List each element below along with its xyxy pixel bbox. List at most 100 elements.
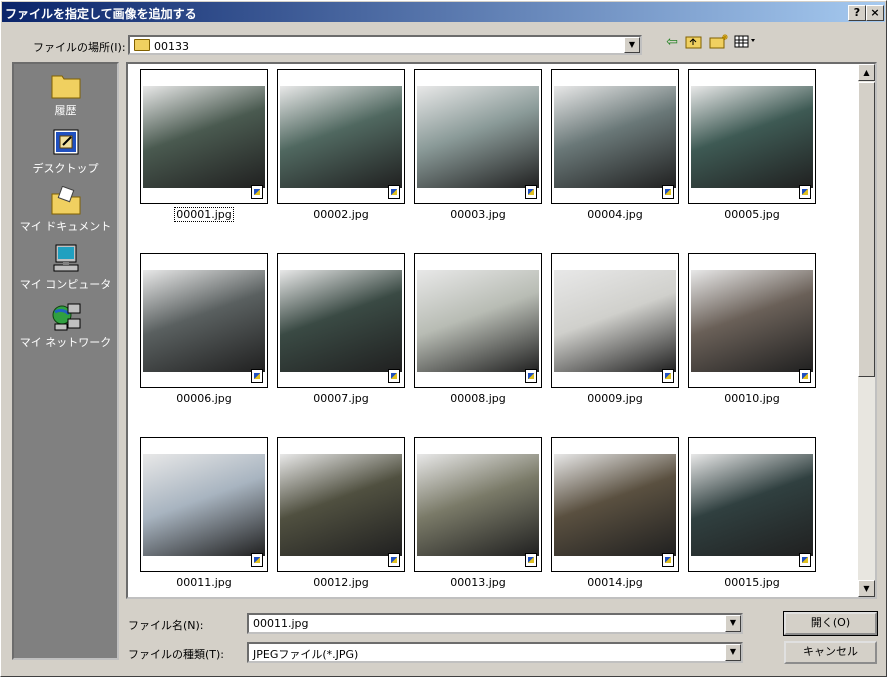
cancel-button[interactable]: キャンセル [784,641,877,664]
folder-icon [134,39,150,51]
file-name: 00013.jpg [414,576,542,589]
thumbnail-frame [551,69,679,204]
place-my-documents[interactable]: マイ ドキュメント [14,185,117,234]
jpeg-file-icon [388,369,400,383]
jpeg-file-icon [799,185,811,199]
file-name-text: 00002.jpg [313,208,369,221]
place-my-network[interactable]: マイ ネットワーク [14,302,117,350]
folder-up-icon[interactable] [685,33,703,51]
place-label: デスクトップ [32,162,99,175]
thumbnail-image [143,86,265,188]
thumbnail-image [417,454,539,556]
help-button[interactable]: ? [848,5,866,21]
thumbnail-image [280,86,402,188]
file-thumbnail[interactable]: 00002.jpg [277,69,413,225]
file-name-text: 00010.jpg [724,392,780,405]
file-name: 00010.jpg [688,392,816,405]
file-name: 00003.jpg [414,208,542,221]
jpeg-file-icon [251,553,263,567]
view-menu-icon[interactable] [734,33,758,51]
file-name: 00011.jpg [140,576,268,589]
file-name-text: 00013.jpg [450,576,506,589]
filetype-select[interactable]: JPEGファイル(*.JPG) ▼ [247,642,743,663]
vertical-scrollbar[interactable]: ▲ ▼ [858,64,875,597]
place-history[interactable]: 履歴 [14,70,117,118]
filetype-label: ファイルの種類(T): [128,648,225,661]
place-my-computer[interactable]: マイ コンピュータ [14,244,117,292]
chevron-down-icon[interactable]: ▼ [725,615,741,632]
scroll-thumb[interactable] [858,82,875,377]
file-thumbnail[interactable]: 00013.jpg [414,437,550,593]
jpeg-file-icon [525,369,537,383]
file-thumbnail[interactable]: 00005.jpg [688,69,824,225]
place-desktop[interactable]: デスクトップ [14,128,117,176]
file-thumbnail[interactable]: 00011.jpg [140,437,276,593]
filename-value: 00011.jpg [253,617,309,630]
file-thumbnail[interactable]: 00014.jpg [551,437,687,593]
scroll-down-button[interactable]: ▼ [858,580,875,597]
filename-input[interactable]: 00011.jpg ▼ [247,613,743,634]
file-name-text: 00011.jpg [176,576,232,589]
jpeg-file-icon [799,369,811,383]
filename-label: ファイル名(N): [128,619,204,632]
location-combo[interactable]: 00133 ▼ [128,35,642,55]
thumbnail-frame [140,437,268,572]
scroll-up-button[interactable]: ▲ [858,64,875,81]
jpeg-file-icon [662,553,674,567]
file-name: 00008.jpg [414,392,542,405]
thumbnail-image [280,454,402,556]
title-bar[interactable]: ファイルを指定して画像を追加する ? × [2,2,885,22]
thumbnail-image [554,270,676,372]
file-name-text: 00015.jpg [724,576,780,589]
file-name-text: 00007.jpg [313,392,369,405]
file-name: 00009.jpg [551,392,679,405]
filetype-value: JPEGファイル(*.JPG) [253,648,359,661]
thumbnail-image [143,454,265,556]
open-button[interactable]: 開く(O) [783,611,878,636]
jpeg-file-icon [388,185,400,199]
file-list[interactable]: 00001.jpg 00002.jpg 00003.jpg 00004.jpg 0000… [126,62,877,599]
thumbnail-frame [277,69,405,204]
file-name-text: 00005.jpg [724,208,780,221]
jpeg-file-icon [388,553,400,567]
desktop-icon [49,128,83,158]
file-name: 00014.jpg [551,576,679,589]
file-thumbnail[interactable]: 00001.jpg [140,69,276,225]
thumbnail-image [691,270,813,372]
file-thumbnail[interactable]: 00004.jpg [551,69,687,225]
file-name-text: 00006.jpg [176,392,232,405]
file-name-text: 00014.jpg [587,576,643,589]
new-folder-icon[interactable] [709,33,728,51]
thumbnail-frame [688,253,816,388]
file-dialog: ファイルを指定して画像を追加する ? × ファイルの場所(I): 00133 ▼… [0,0,887,677]
file-name: 00006.jpg [140,392,268,405]
chevron-down-icon[interactable]: ▼ [624,37,640,53]
file-name-text: 00004.jpg [587,208,643,221]
file-thumbnail[interactable]: 00006.jpg [140,253,276,409]
thumbnail-image [417,86,539,188]
file-name-text: 00009.jpg [587,392,643,405]
file-thumbnail[interactable]: 00015.jpg [688,437,824,593]
location-value: 00133 [154,40,189,53]
thumbnail-frame [551,253,679,388]
file-thumbnail[interactable]: 00012.jpg [277,437,413,593]
thumbnail-image [554,454,676,556]
file-name-text: 00001.jpg [174,207,234,222]
file-thumbnail[interactable]: 00009.jpg [551,253,687,409]
jpeg-file-icon [525,553,537,567]
thumbnail-frame [277,253,405,388]
thumbnail-frame [277,437,405,572]
jpeg-file-icon [662,369,674,383]
file-thumbnail[interactable]: 00003.jpg [414,69,550,225]
arrow-left-icon[interactable]: ⇦ [663,33,681,51]
place-label: マイ ネットワーク [19,336,112,349]
file-name-text: 00003.jpg [450,208,506,221]
close-button[interactable]: × [866,5,884,21]
chevron-down-icon[interactable]: ▼ [725,644,741,661]
thumbnail-frame [551,437,679,572]
file-thumbnail[interactable]: 00010.jpg [688,253,824,409]
my-network-icon [49,302,83,332]
file-thumbnail[interactable]: 00007.jpg [277,253,413,409]
thumbnail-frame [414,253,542,388]
file-thumbnail[interactable]: 00008.jpg [414,253,550,409]
